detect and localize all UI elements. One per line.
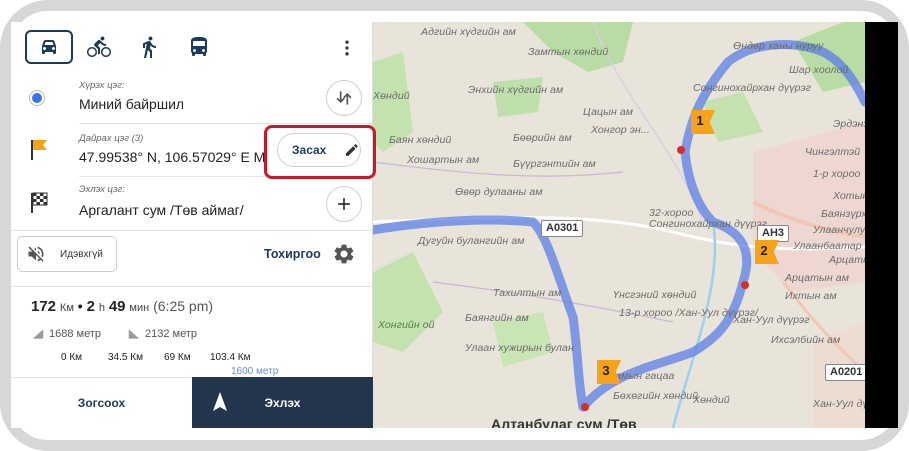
mode-car-button[interactable] (25, 30, 73, 64)
route-summary: 172 Км • 2 h 49 мин (6:25 pm) (31, 298, 214, 315)
car-icon (42, 40, 56, 54)
elevation-chart-label: 1600 метр (231, 366, 279, 377)
mode-pedestrian-button[interactable] (125, 30, 173, 64)
device-bezel (865, 22, 898, 428)
map-label: Хан-Уул дүүрэг (813, 398, 865, 410)
bicycle-icon (87, 36, 111, 57)
start-navigation-button[interactable]: Эхлэх (192, 377, 373, 428)
map-label: Бүүргэнтийн ам (513, 158, 596, 170)
swap-points-button[interactable] (326, 80, 362, 116)
map-label: Улаанчулуут (813, 224, 865, 236)
map-label: Баян хөндий (389, 134, 452, 146)
uphill-stat: 1688 метр (31, 327, 101, 341)
navigation-arrow-icon (213, 392, 227, 411)
map-label: Дугуйн булангийн ам (418, 235, 525, 247)
route-start-caption: Хүрэх цэг: (79, 80, 125, 91)
gear-icon[interactable] (332, 242, 356, 266)
map-label: Сонгинохайрхан дүүрэг (649, 218, 768, 230)
map-label: Хонгийн ой (378, 319, 435, 331)
transport-mode-bar (11, 22, 373, 72)
map-label: Тахилтын ам (493, 287, 562, 299)
uphill-icon (32, 329, 44, 339)
map-label: Алтанбулаг сум /Төв (491, 416, 637, 428)
route-intermediate-value: 47.99538° N, 106.57029° E Мори... (79, 149, 265, 165)
bus-icon (191, 37, 207, 56)
swap-vertical-icon (336, 91, 352, 105)
map-label: Хөндий (373, 90, 410, 102)
map-label: Эрдэнэт (833, 118, 865, 130)
road-shield: A0201 (825, 364, 865, 381)
map-label: Бөөрийн ам (513, 132, 572, 144)
route-start-value: Миний байршил (79, 96, 185, 112)
map-label: Улаанбаатар (793, 240, 862, 252)
scale-label: 103.4 Км (210, 352, 251, 363)
more-vertical-icon (345, 40, 349, 56)
map-label: Хан-Уул дүүрэг (733, 314, 810, 326)
add-destination-button[interactable] (326, 186, 362, 222)
map-view[interactable]: Адгийн хүдгийн ам Замтын хөндий Энхийн х… (373, 22, 865, 428)
map-label: Энхийн хүдгийн ам (468, 84, 564, 96)
mode-bus-button[interactable] (175, 30, 223, 64)
map-label: Замтын хөндий (528, 46, 609, 58)
walk-icon (143, 36, 156, 58)
my-location-icon (29, 90, 45, 106)
map-label: Арцатын ам (829, 254, 865, 266)
waypoint-3-flag[interactable]: 3 (591, 360, 621, 386)
map-label: Арцатын ам (785, 272, 850, 284)
intermediate-flag-icon (31, 140, 47, 160)
route-finish-caption: Эхлэх цэг: (79, 184, 125, 195)
route-finish-row[interactable]: Эхлэх цэг: Аргалант сум /Төв аймаг/ (11, 178, 373, 230)
plus-icon (338, 198, 350, 210)
map-label: Хөндий (693, 394, 730, 406)
map-label: 32-хороо (649, 207, 694, 219)
map-label: Хонгор эн... (591, 124, 650, 136)
checkered-flag-icon (31, 192, 48, 213)
route-settings-label[interactable]: Тохиргоо (264, 247, 321, 261)
map-label: Ихтын ам (785, 290, 837, 302)
map-label: Өндөр ханы нуруу (733, 40, 824, 52)
map-label: Бөхөгийн хөндий (613, 390, 699, 402)
map-label: Цацын ам (583, 106, 634, 118)
volume-off-icon (28, 246, 44, 262)
mute-voice-button[interactable]: Идэвхгүй (17, 236, 117, 272)
route-intermediate-caption: Дайрах цэг (3) (79, 133, 144, 144)
map-label: Өвөр дулааны ам (455, 186, 543, 198)
map-label: Ихсэлбийн ам (771, 334, 841, 346)
map-label: Баянгийн ам (465, 312, 529, 324)
edit-highlight-box (264, 125, 376, 179)
map-label: Үнсгэний хөндий (613, 289, 697, 301)
map-label: Сонгинохайрхан дүүрэг (693, 82, 812, 94)
mode-bicycle-button[interactable] (75, 30, 123, 64)
waypoint-1-flag[interactable]: 1 (685, 110, 715, 136)
route-panel: Хүрэх цэг: Миний байршил Дайрах цэг (3) … (11, 22, 376, 428)
cancel-button[interactable]: Зогсоох (11, 377, 192, 428)
map-label: Хотын (833, 190, 865, 202)
map-label: Улаан хужирын булан (465, 342, 574, 354)
route-start-row[interactable]: Хүрэх цэг: Миний байршил (11, 72, 373, 124)
road-shield: A0301 (541, 220, 584, 237)
route-finish-value: Аргалант сум /Төв аймаг/ (79, 202, 244, 218)
map-label: 1-р хороо (813, 168, 861, 180)
downhill-icon (128, 329, 140, 339)
map-label: Хошартын ам (407, 154, 480, 166)
waypoint-2-flag[interactable]: 2 (749, 240, 779, 266)
downhill-stat: 2132 метр (127, 327, 197, 341)
bottom-action-bar: Зогсоох Эхлэх (11, 377, 373, 428)
scale-label: 34.5 Км (108, 352, 143, 363)
more-options-button[interactable] (335, 36, 359, 60)
map-label: Чингэлтэй (805, 146, 861, 158)
app-screen: Адгийн хүдгийн ам Замтын хөндий Энхийн х… (11, 22, 865, 428)
map-label: Баянзүрх (821, 208, 865, 220)
scale-label: 0 Км (61, 352, 83, 363)
map-label: Шар хоолой (789, 64, 849, 76)
map-label: Адгийн хүдгийн ам (421, 26, 516, 38)
scale-label: 69 Км (164, 352, 191, 363)
